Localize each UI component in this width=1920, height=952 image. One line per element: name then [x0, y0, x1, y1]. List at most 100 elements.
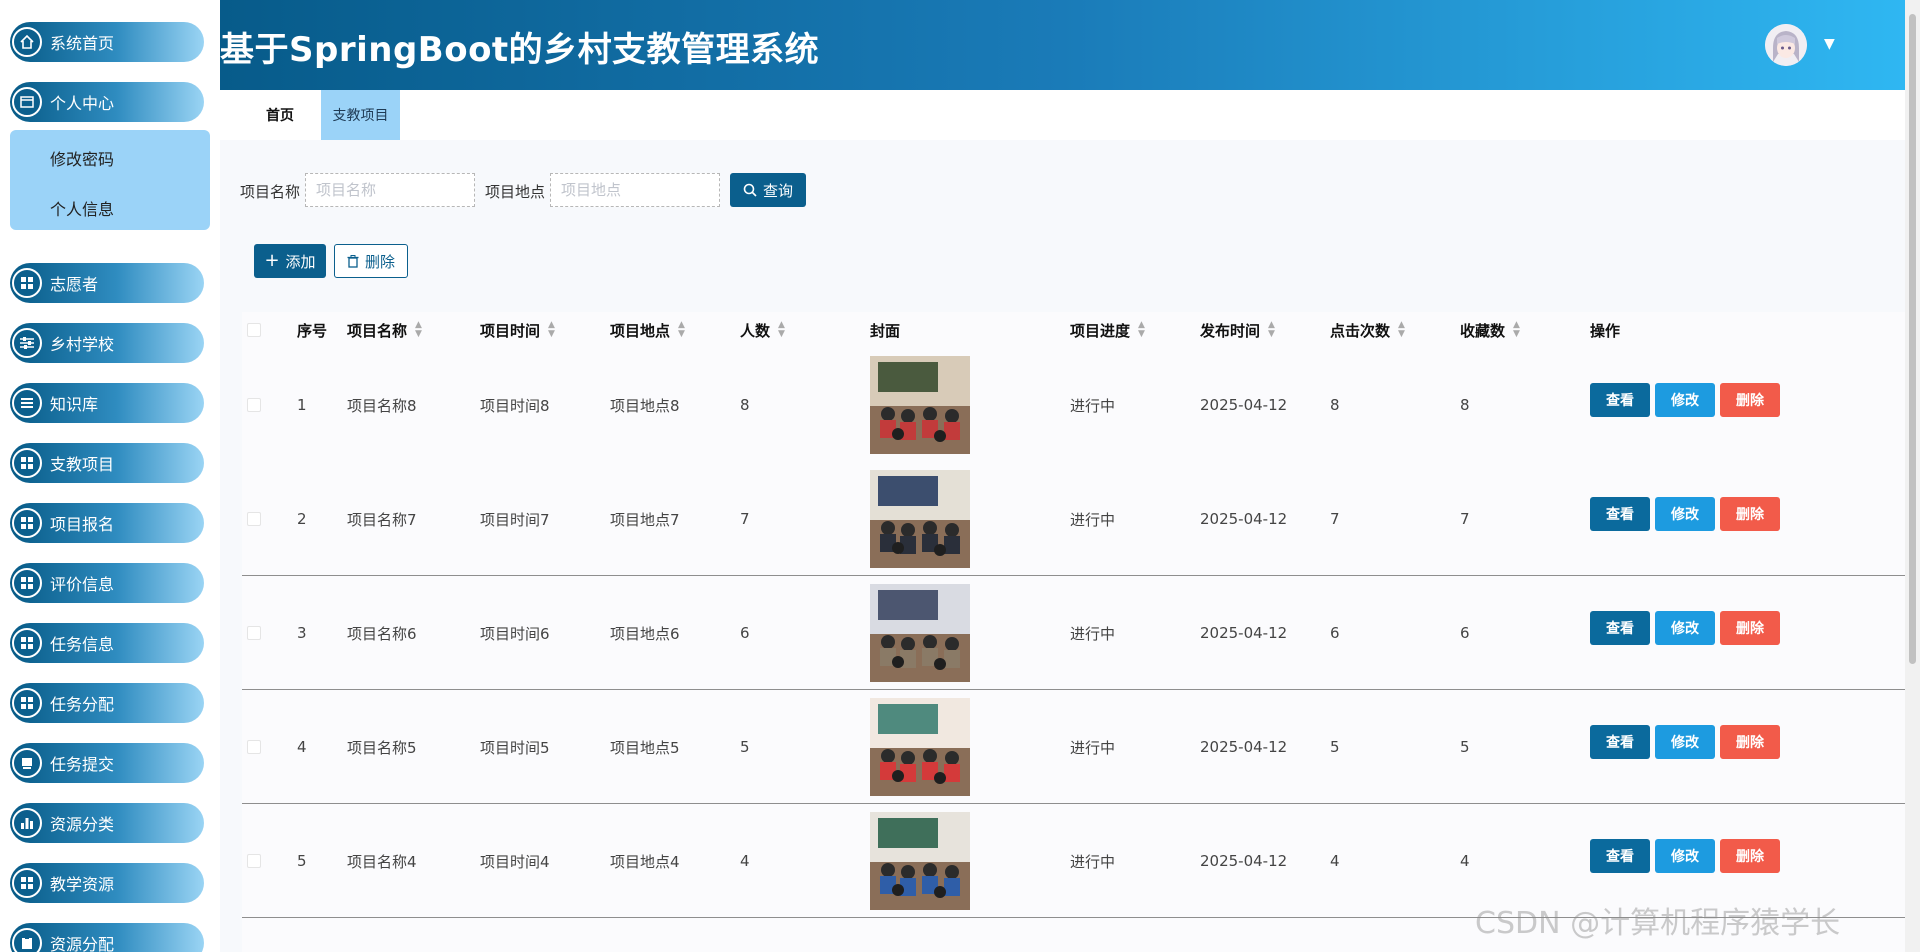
- view-button[interactable]: 查看: [1590, 839, 1650, 873]
- view-button[interactable]: 查看: [1590, 725, 1650, 759]
- menu-item-teaching-resources[interactable]: 教学资源: [10, 863, 204, 903]
- menu-item-label: 志愿者: [50, 275, 99, 294]
- cell-location: 项目地点6: [610, 624, 680, 643]
- column-header-progress[interactable]: 项目进度 ▲ ▼: [1070, 312, 1145, 348]
- cell-location: 项目地点4: [610, 852, 680, 871]
- cell-name: 项目名称4: [347, 852, 417, 871]
- edit-button[interactable]: 修改: [1655, 839, 1715, 873]
- menu-item-label: 乡村学校: [50, 335, 115, 354]
- view-button[interactable]: 查看: [1590, 383, 1650, 417]
- sort-icon[interactable]: ▲ ▼: [415, 321, 422, 339]
- menu-item-label: 任务信息: [50, 635, 115, 654]
- menu-item-knowledge-base[interactable]: 知识库: [10, 383, 204, 423]
- sort-icon[interactable]: ▲ ▼: [678, 321, 685, 339]
- cover-image: [870, 812, 970, 910]
- cell-index: 5: [297, 852, 307, 870]
- column-header-clicks[interactable]: 点击次数 ▲ ▼: [1330, 312, 1405, 348]
- grid-icon: [12, 688, 42, 718]
- row-checkbox[interactable]: [247, 740, 261, 754]
- edit-button[interactable]: 修改: [1655, 383, 1715, 417]
- delete-button[interactable]: 删除: [1720, 497, 1780, 531]
- column-header-published[interactable]: 发布时间 ▲ ▼: [1200, 312, 1275, 348]
- batch-delete-button[interactable]: 删除: [334, 244, 408, 278]
- menu-item-tasks[interactable]: 任务信息: [10, 623, 204, 663]
- batch-delete-label: 删除: [364, 252, 395, 271]
- menu-item-volunteers[interactable]: 志愿者: [10, 263, 204, 303]
- caret-down-icon[interactable]: ▼: [1824, 36, 1835, 52]
- cell-published: 2025-04-12: [1200, 624, 1288, 642]
- cell-people: 5: [740, 738, 750, 756]
- menu-item-teaching-projects[interactable]: 支教项目: [10, 443, 204, 483]
- query-button[interactable]: 查询: [730, 173, 806, 207]
- menu-item-project-registration[interactable]: 项目报名: [10, 503, 204, 543]
- view-button[interactable]: 查看: [1590, 611, 1650, 645]
- row-checkbox[interactable]: [247, 398, 261, 412]
- delete-button[interactable]: 删除: [1720, 839, 1780, 873]
- cover-image: [870, 698, 970, 796]
- column-header-people[interactable]: 人数 ▲ ▼: [740, 312, 785, 348]
- profile-icon: [12, 87, 42, 117]
- sort-icon[interactable]: ▲ ▼: [1513, 321, 1520, 339]
- column-header-time[interactable]: 项目时间 ▲ ▼: [480, 312, 555, 348]
- delete-button[interactable]: 删除: [1720, 725, 1780, 759]
- menu-item-task-assignment[interactable]: 任务分配: [10, 683, 204, 723]
- edit-button[interactable]: 修改: [1655, 611, 1715, 645]
- column-header-favorites[interactable]: 收藏数 ▲ ▼: [1460, 312, 1520, 348]
- menu-item-label: 项目报名: [50, 515, 115, 534]
- list-icon: [12, 388, 42, 418]
- add-button[interactable]: + 添加: [254, 244, 326, 278]
- delete-button[interactable]: 删除: [1720, 383, 1780, 417]
- scrollbar-thumb[interactable]: [1909, 14, 1916, 664]
- row-checkbox[interactable]: [247, 512, 261, 526]
- projects-table: 序号 项目名称 ▲ ▼ 项目时间 ▲ ▼ 项目地点 ▲ ▼ 人数 ▲ ▼ 封面 项目进度 ▲ ▼ 发…: [242, 312, 1905, 952]
- cell-name: 项目名称5: [347, 738, 417, 757]
- menu-item-rural-schools[interactable]: 乡村学校: [10, 323, 204, 363]
- tab-teaching-projects[interactable]: 支教项目: [321, 90, 400, 140]
- cell-progress: 进行中: [1070, 738, 1116, 757]
- row-checkbox[interactable]: [247, 626, 261, 640]
- edit-button[interactable]: 修改: [1655, 725, 1715, 759]
- grid-icon: [12, 628, 42, 658]
- menu-item-label: 系统首页: [50, 34, 115, 53]
- submenu-item-change-password[interactable]: 修改密码: [50, 146, 114, 170]
- sort-icon[interactable]: ▲ ▼: [1138, 321, 1145, 339]
- column-header-location[interactable]: 项目地点 ▲ ▼: [610, 312, 685, 348]
- sort-icon[interactable]: ▲ ▼: [1268, 321, 1275, 339]
- cover-image: [870, 470, 970, 568]
- edit-button[interactable]: 修改: [1655, 497, 1715, 531]
- top-header: 基于SpringBoot的乡村支教管理系统 ▼: [220, 0, 1905, 90]
- row-checkbox[interactable]: [247, 854, 261, 868]
- sort-icon[interactable]: ▲ ▼: [1398, 321, 1405, 339]
- delete-button[interactable]: 删除: [1720, 611, 1780, 645]
- cell-progress: 进行中: [1070, 624, 1116, 643]
- sort-icon[interactable]: ▲ ▼: [778, 321, 785, 339]
- menu-item-task-submission[interactable]: 任务提交: [10, 743, 204, 783]
- menu-item-home[interactable]: 系统首页: [10, 22, 204, 62]
- cell-index: 2: [297, 510, 307, 528]
- project-location-input[interactable]: [550, 173, 720, 207]
- sort-icon[interactable]: ▲ ▼: [548, 321, 555, 339]
- project-name-input[interactable]: [305, 173, 475, 207]
- menu-item-label: 个人中心: [50, 94, 115, 113]
- menu-item-resource-categories[interactable]: 资源分类: [10, 803, 204, 843]
- column-header-index: 序号: [297, 321, 328, 340]
- view-button[interactable]: 查看: [1590, 497, 1650, 531]
- app-title: 基于SpringBoot的乡村支教管理系统: [220, 30, 820, 70]
- vertical-scrollbar[interactable]: [1905, 0, 1920, 952]
- tab-home[interactable]: 首页: [240, 90, 320, 140]
- column-header-name[interactable]: 项目名称 ▲ ▼: [347, 312, 422, 348]
- tab-bar: 首页 支教项目: [220, 90, 1905, 140]
- add-button-label: 添加: [285, 252, 316, 271]
- menu-item-resource-allocation[interactable]: 资源分配: [10, 923, 204, 952]
- submenu-item-personal-info[interactable]: 个人信息: [50, 196, 114, 220]
- menu-item-evaluations[interactable]: 评价信息: [10, 563, 204, 603]
- user-avatar[interactable]: [1765, 24, 1807, 66]
- cell-people: 4: [740, 852, 750, 870]
- cell-published: 2025-04-12: [1200, 396, 1288, 414]
- cell-clicks: 6: [1330, 624, 1340, 642]
- cell-time: 项目时间6: [480, 624, 550, 643]
- menu-item-label: 资源分类: [50, 815, 115, 834]
- cell-index: 4: [297, 738, 307, 756]
- menu-item-profile[interactable]: 个人中心: [10, 82, 204, 122]
- select-all-checkbox[interactable]: [247, 323, 261, 337]
